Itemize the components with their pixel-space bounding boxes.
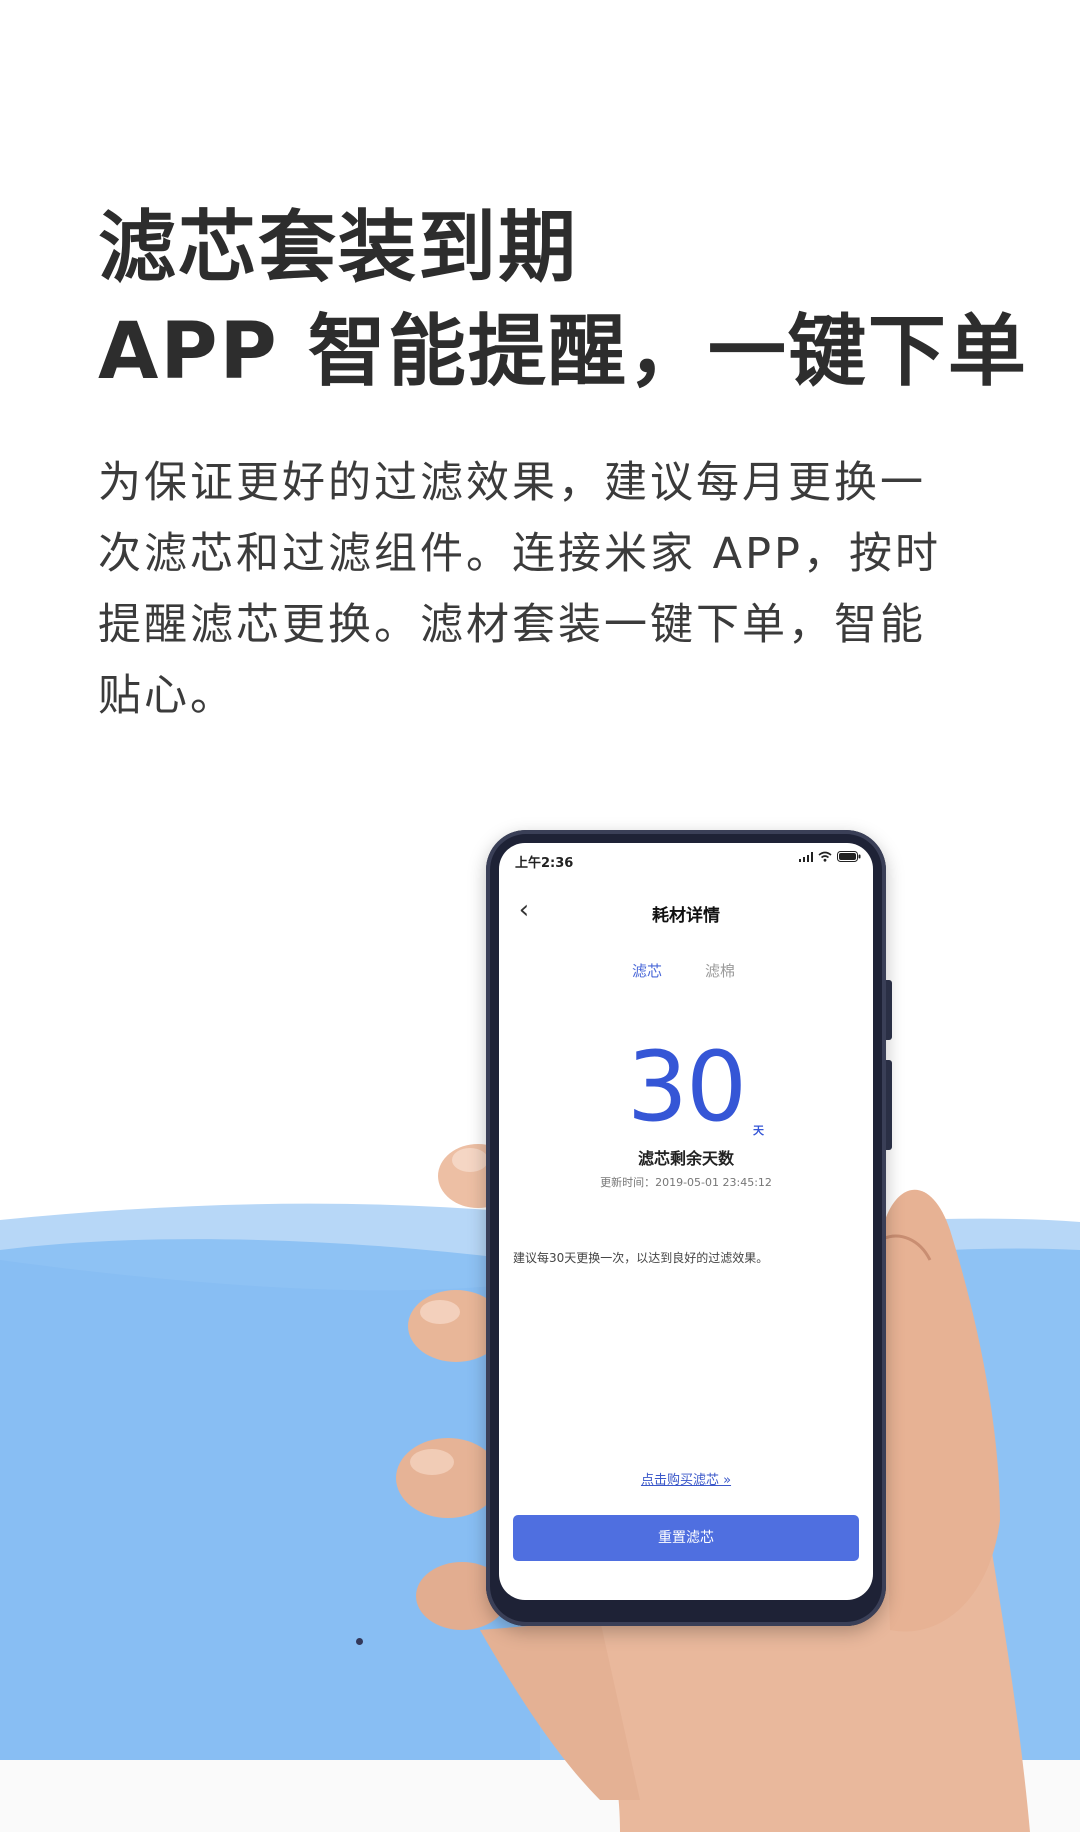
buy-filter-link[interactable]: 点击购买滤芯 » bbox=[499, 1469, 873, 1488]
description: 为保证更好的过滤效果，建议每月更换一 次滤芯和过滤组件。连接米家 APP，按时 … bbox=[98, 448, 988, 732]
tab-bar: 滤芯 滤棉 bbox=[499, 960, 873, 986]
description-line-1: 为保证更好的过滤效果，建议每月更换一 bbox=[98, 458, 926, 508]
status-time: 上午2:36 bbox=[515, 856, 574, 871]
remaining-days-unit: 天 bbox=[753, 1124, 764, 1137]
remaining-days: 30 bbox=[499, 1039, 873, 1135]
tab-filter-cotton[interactable]: 滤棉 bbox=[705, 960, 735, 981]
remaining-days-value: 30 bbox=[626, 1031, 747, 1143]
headline-line-2: APP 智能提醒，一键下单 bbox=[98, 307, 1028, 397]
page-title: 耗材详情 bbox=[652, 906, 720, 926]
phone-power-button bbox=[886, 1060, 892, 1150]
nav-bar: ‹ 耗材详情 bbox=[499, 893, 873, 933]
description-line-2: 次滤芯和过滤组件。连接米家 APP，按时 bbox=[98, 529, 941, 579]
description-line-3: 提醒滤芯更换。滤材套装一键下单，智能 bbox=[98, 600, 926, 650]
remaining-days-label: 滤芯剩余天数 bbox=[637, 1149, 734, 1168]
update-time: 更新时间：2019-05-01 23:45:12 bbox=[600, 1176, 772, 1189]
bottom-band bbox=[0, 1760, 1080, 1832]
phone-mockup: 上午2:36 ‹ 耗材详情 滤芯 滤棉 30 天 滤芯剩余天数 更新时间：201… bbox=[486, 830, 892, 1626]
headline-line-1: 滤芯套装到期 bbox=[98, 203, 579, 293]
tab-filter[interactable]: 滤芯 bbox=[632, 960, 662, 981]
headline: 滤芯套装到期 APP 智能提醒，一键下单 bbox=[98, 196, 1028, 404]
description-line-4: 贴心。 bbox=[98, 671, 236, 721]
reset-filter-button[interactable]: 重置滤芯 bbox=[513, 1515, 859, 1561]
replacement-advice: 建议每30天更换一次，以达到良好的过滤效果。 bbox=[513, 1251, 769, 1265]
phone-volume-button bbox=[886, 980, 892, 1040]
wifi-icon bbox=[818, 851, 832, 862]
status-bar: 上午2:36 bbox=[499, 843, 873, 877]
phone-screen: 上午2:36 ‹ 耗材详情 滤芯 滤棉 30 天 滤芯剩余天数 更新时间：201… bbox=[499, 843, 873, 1600]
status-icons bbox=[799, 851, 861, 862]
battery-icon bbox=[837, 851, 861, 862]
signal-icon bbox=[799, 851, 813, 862]
phone-camera bbox=[356, 1638, 363, 1645]
